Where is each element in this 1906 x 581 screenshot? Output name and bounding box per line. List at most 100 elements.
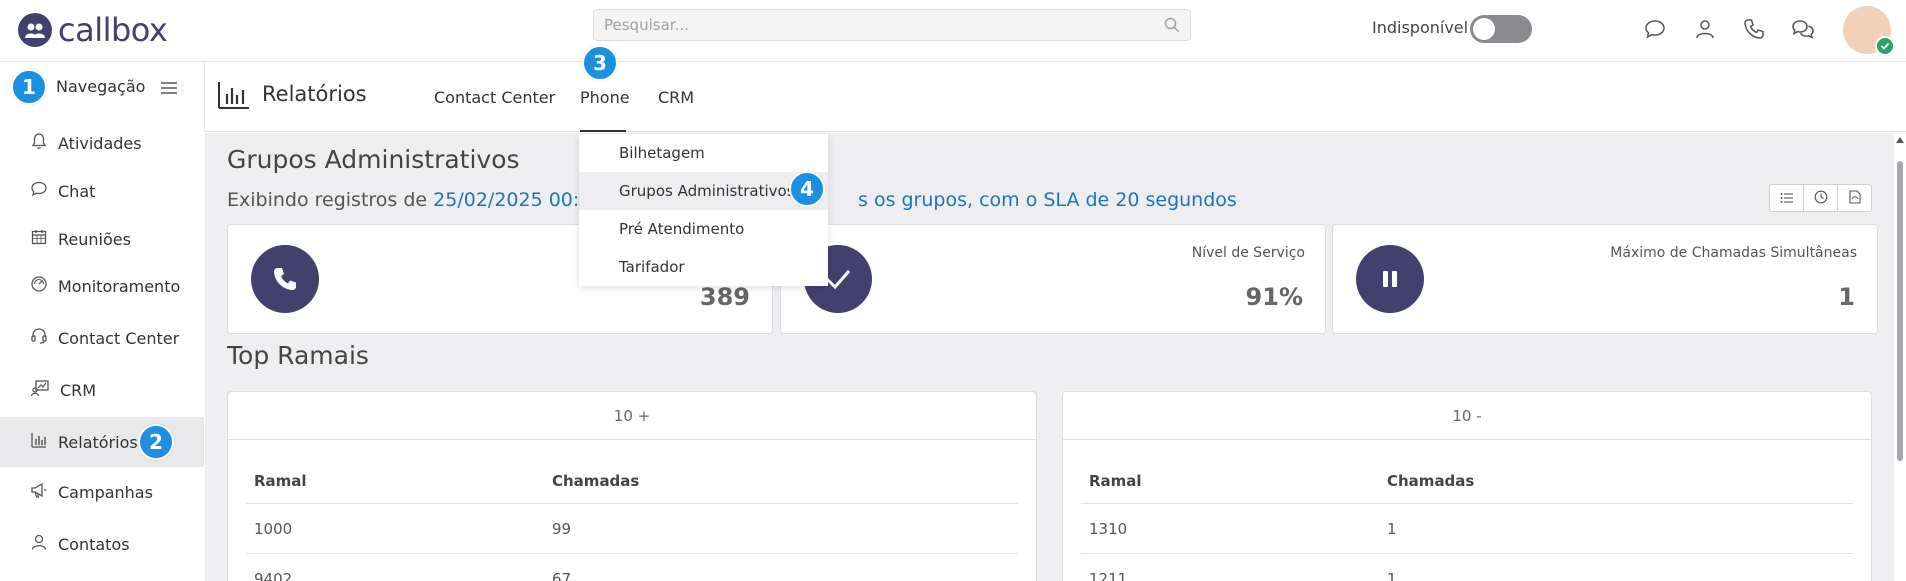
user-icon[interactable] (1692, 16, 1718, 42)
menu-item-pre-atendimento[interactable]: Pré Atendimento (579, 210, 828, 248)
card-value: 1 (1838, 283, 1855, 311)
card-label: Máximo de Chamadas Simultâneas (1610, 245, 1857, 261)
availability-label: Indisponível (1372, 18, 1469, 37)
cell-ramal: 1211 (1089, 569, 1128, 581)
avatar[interactable] (1843, 6, 1895, 56)
list-icon (1780, 189, 1794, 208)
main-content: Grupos Administrativos Exibindo registro… (205, 133, 1906, 581)
sidebar-item-label: Atividades (58, 133, 142, 153)
table-header-row: Ramal Chamadas (246, 458, 1018, 504)
monitor-icon (30, 275, 48, 297)
step-badge: 3 (582, 45, 618, 81)
tab-phone[interactable]: Phone (580, 88, 630, 107)
table-header: 10 + (228, 392, 1036, 440)
megaphone-icon (30, 481, 48, 503)
phone-icon[interactable] (1741, 16, 1767, 42)
data-table: Ramal Chamadas 1310 1 1211 1 (1081, 458, 1853, 581)
table-row: 9402 67 (246, 554, 1018, 581)
stat-card-max-simultaneous: Máximo de Chamadas Simultâneas 1 (1332, 224, 1878, 334)
stat-card-service-level: Nível de Serviço 91% (780, 224, 1326, 334)
sidebar-item-label: Contatos (58, 534, 130, 554)
top-extensions-least-table: 10 - Ramal Chamadas 1310 1 1211 1 (1062, 391, 1872, 581)
step-badge: 4 (789, 171, 825, 207)
menu-item-bilhetagem[interactable]: Bilhetagem (579, 134, 828, 172)
export-pdf-button[interactable] (1838, 185, 1871, 211)
table-header: 10 - (1063, 392, 1871, 440)
list-view-button[interactable] (1770, 185, 1804, 211)
sidebar-item-contact-center[interactable]: Contact Center (0, 313, 204, 363)
sidebar-item-label: Reuniões (58, 229, 131, 249)
sidebar-title: Navegação (56, 77, 146, 96)
data-table: Ramal Chamadas 1000 99 9402 67 (246, 458, 1018, 581)
pause-icon (1356, 245, 1424, 313)
chat-icon (30, 180, 48, 202)
step-badge: 1 (11, 69, 47, 105)
column-header[interactable]: Chamadas (1387, 472, 1853, 490)
logo-mark-icon (18, 13, 52, 47)
cell-chamadas: 67 (552, 569, 572, 581)
filter-date-link[interactable]: 25/02/2025 00:00 (433, 189, 603, 211)
toggle-knob (1473, 18, 1495, 40)
filter-description: Exibindo registros de 25/02/2025 00:00 s … (227, 189, 1237, 211)
pdf-file-icon (1848, 189, 1861, 208)
scrollbar-thumb[interactable] (1897, 161, 1903, 461)
crm-icon (30, 379, 50, 401)
sidebar-item-label: Chat (58, 181, 96, 201)
search-icon[interactable] (1164, 17, 1180, 37)
sidebar-item-label: Contact Center (58, 328, 180, 348)
search-box[interactable] (593, 9, 1191, 41)
sidebar-item-label: Relatórios (58, 432, 138, 452)
page-title: Grupos Administrativos (227, 145, 520, 174)
sidebar-item-chat[interactable]: Chat (0, 166, 204, 216)
history-button[interactable] (1804, 185, 1838, 211)
sidebar-item-label: CRM (60, 380, 97, 400)
sidebar-item-monitoramento[interactable]: Monitoramento (0, 261, 204, 311)
column-header[interactable]: Chamadas (552, 472, 1018, 490)
cell-ramal: 9402 (254, 569, 293, 581)
view-toolbar (1769, 184, 1872, 212)
sidebar-item-crm[interactable]: CRM (0, 365, 204, 415)
logo-text: callbox (58, 11, 168, 49)
headset-icon (30, 327, 48, 349)
reports-header: Relatórios Contact Center Phone CRM (204, 62, 1906, 132)
sidebar-item-atividades[interactable]: Atividades (0, 118, 204, 168)
scroll-up-arrow-icon[interactable] (1896, 137, 1904, 143)
top-bar: callbox Indisponível (0, 0, 1906, 62)
availability-toggle[interactable] (1470, 15, 1532, 43)
bar-chart-icon (30, 431, 48, 453)
sidebar: Navegação Atividades Chat Reuniões Monit… (0, 62, 204, 581)
phone-dropdown-menu: Bilhetagem Grupos Administrativos Pré At… (579, 134, 828, 286)
contact-icon (30, 533, 48, 555)
active-tab-indicator (580, 130, 626, 132)
bar-chart-icon (217, 80, 251, 114)
conversations-icon[interactable] (1790, 16, 1816, 42)
card-label: Nível de Serviço (1191, 245, 1305, 261)
tab-crm[interactable]: CRM (658, 88, 694, 107)
menu-item-tarifador[interactable]: Tarifador (579, 248, 828, 286)
top-extensions-most-table: 10 + Ramal Chamadas 1000 99 9402 67 (227, 391, 1037, 581)
chat-bubble-icon[interactable] (1642, 16, 1668, 42)
online-check-icon (1875, 36, 1895, 56)
search-input[interactable] (594, 10, 1190, 40)
page-section-title: Relatórios (262, 82, 367, 106)
table-row: 1000 99 (246, 504, 1018, 554)
sidebar-item-campanhas[interactable]: Campanhas (0, 467, 204, 517)
filter-groups-link[interactable]: s os grupos, com o SLA de 20 segundos (858, 189, 1237, 211)
vertical-scrollbar[interactable] (1894, 133, 1906, 581)
cell-chamadas: 1 (1387, 519, 1397, 538)
calendar-icon (30, 228, 48, 250)
hamburger-menu-icon[interactable] (160, 80, 178, 99)
step-badge: 2 (138, 424, 174, 460)
table-row: 1211 1 (1081, 554, 1853, 581)
table-row: 1310 1 (1081, 504, 1853, 554)
column-header[interactable]: Ramal (246, 472, 552, 490)
sidebar-item-reunioes[interactable]: Reuniões (0, 214, 204, 264)
sidebar-item-contatos[interactable]: Contatos (0, 519, 204, 569)
filter-prefix: Exibindo registros de (227, 189, 434, 211)
callbox-logo[interactable]: callbox (18, 10, 168, 50)
column-header[interactable]: Ramal (1081, 472, 1387, 490)
tab-contact-center[interactable]: Contact Center (434, 88, 555, 107)
cell-chamadas: 1 (1387, 569, 1397, 581)
table-header-row: Ramal Chamadas (1081, 458, 1853, 504)
bell-icon (30, 132, 48, 154)
